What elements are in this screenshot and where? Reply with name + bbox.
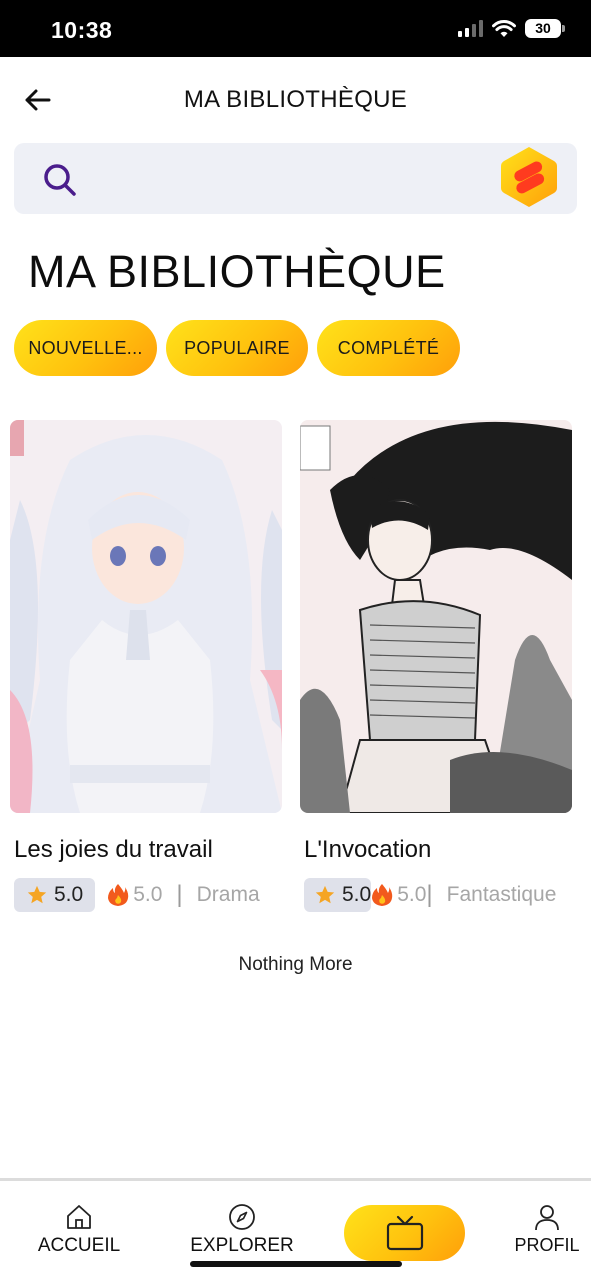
filter-chips: NOUVELLE... POPULAIRE COMPLÉTÉ [14,320,460,376]
book-card[interactable]: L'Invocation 5.0 5.0 | Fantastique [300,420,572,912]
nav-accueil[interactable]: ACCUEIL [34,1203,124,1257]
nav-explorer-label: EXPLORER [190,1235,294,1256]
book-meta: 5.0 5.0 | Fantastique [304,878,556,912]
nav-profil-label: PROFIL [514,1235,580,1255]
heat-value: 5.0 [133,883,163,906]
compass-icon [229,1204,255,1230]
rating-value: 5.0 [54,883,84,906]
nav-profil[interactable]: PROFIL [510,1203,584,1256]
nav-tv-button[interactable] [344,1205,465,1261]
home-icon [67,1205,91,1229]
book-card[interactable]: Les joies du travail 5.0 5.0 | Drama [10,420,282,912]
nav-accueil-label: ACCUEIL [37,1235,121,1256]
book-meta: 5.0 5.0 | Drama [14,878,260,912]
book-title[interactable]: L'Invocation [304,836,431,864]
fire-icon [372,884,393,906]
meta-divider: | [426,881,433,908]
nav-explorer[interactable]: EXPLORER [187,1203,297,1257]
page-title: MA BIBLIOTHÈQUE [28,246,446,297]
rating-badge: 5.0 [304,878,372,912]
search-bar[interactable] [14,143,577,214]
battery-icon: 30 [525,19,565,38]
status-bar: 10:38 30 [0,0,591,57]
book-cover-image[interactable] [300,420,572,813]
heat-score: 5.0 [371,883,426,907]
book-cover-image[interactable] [10,420,282,813]
cellular-signal-icon [458,20,483,37]
status-time: 10:38 [51,17,113,43]
search-icon[interactable] [42,162,78,198]
header: MA BIBLIOTHÈQUE [0,57,591,141]
heat-score: 5.0 [107,883,162,907]
user-icon [535,1205,559,1231]
book-title[interactable]: Les joies du travail [14,836,213,864]
book-genre: Drama [196,883,260,906]
book-genre: Fantastique [446,883,557,906]
star-icon [27,885,47,904]
rating-badge: 5.0 [14,878,96,912]
wifi-icon [492,19,516,37]
app-logo-icon[interactable] [499,144,559,210]
meta-divider: | [176,881,183,908]
rating-value: 5.0 [342,883,372,906]
filter-chip-populaire[interactable]: POPULAIRE [166,320,308,376]
home-indicator [190,1261,402,1267]
heat-value: 5.0 [397,883,427,906]
status-icons: 30 [458,19,565,38]
end-of-list-text: Nothing More [238,954,353,975]
header-title: MA BIBLIOTHÈQUE [183,86,408,113]
filter-chip-complete[interactable]: COMPLÉTÉ [317,320,460,376]
fire-icon [108,884,129,906]
tv-icon [386,1215,423,1251]
star-icon [315,885,335,904]
filter-chip-nouvelle[interactable]: NOUVELLE... [14,320,157,376]
